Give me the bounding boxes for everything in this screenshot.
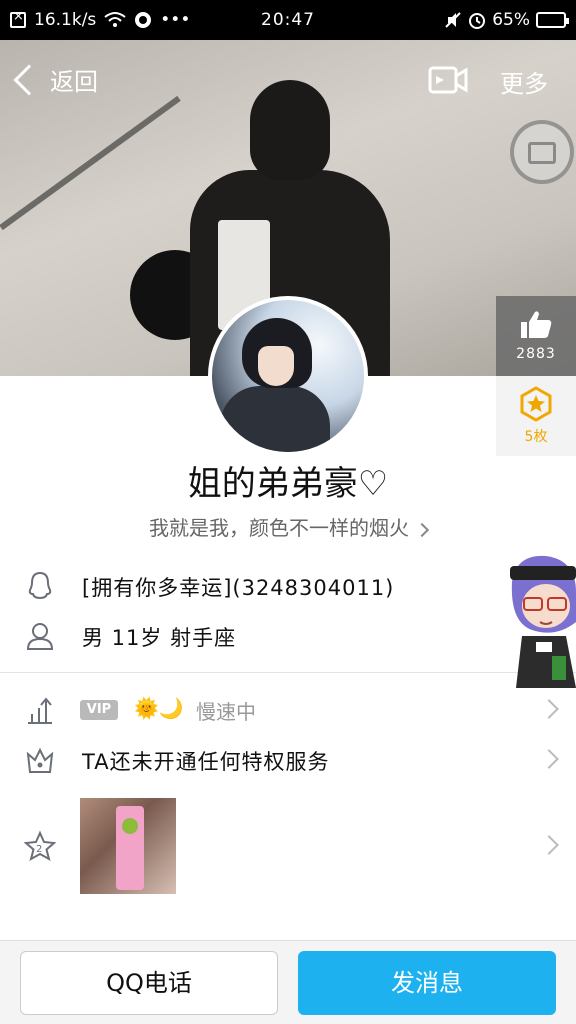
- chevron-right-icon: [539, 835, 559, 855]
- crown-icon: [26, 747, 54, 773]
- chevron-right-icon: [414, 522, 430, 538]
- badge-label: 5枚: [524, 429, 548, 445]
- cover-wire: [0, 95, 181, 231]
- personal-info-text: 男 11岁 射手座: [82, 626, 237, 650]
- vip-status-text: 慢速中: [196, 700, 256, 724]
- privilege-row[interactable]: TA还未开通任何特权服务: [0, 740, 576, 780]
- privilege-text: TA还未开通任何特权服务: [82, 750, 330, 774]
- card-icon[interactable]: [510, 120, 574, 184]
- section-divider: [0, 672, 576, 673]
- nickname: 姐的弟弟豪♡: [187, 464, 389, 504]
- qq-id-text: [拥有你多幸运](3248304011): [82, 576, 395, 600]
- mascot-sticker[interactable]: [506, 552, 576, 688]
- signature-row[interactable]: 我就是我，颜色不一样的烟火: [0, 512, 576, 541]
- status-left: 16.1k/s •••: [10, 9, 191, 30]
- back-button[interactable]: 返回: [13, 62, 98, 97]
- bottom-action-bar: QQ电话 发消息: [0, 940, 576, 1024]
- app-icon: [135, 12, 152, 28]
- chevron-left-icon: [13, 63, 45, 96]
- featured-star-icon: 2: [24, 830, 56, 862]
- chevron-right-icon: [539, 699, 559, 719]
- status-bar: 16.1k/s ••• 20:47 65%: [0, 0, 576, 40]
- signature-text: 我就是我，颜色不一样的烟火: [149, 516, 409, 540]
- qq-id-row: [拥有你多幸运](3248304011): [0, 568, 576, 604]
- more-button[interactable]: 更多: [500, 64, 548, 99]
- card-inner: [528, 142, 556, 164]
- personal-info-row: 男 11岁 射手座: [0, 618, 576, 654]
- cover-figure-head: [250, 80, 330, 180]
- svg-text:2: 2: [36, 844, 42, 855]
- chevron-right-icon: [539, 749, 559, 769]
- status-right: 65%: [444, 10, 569, 30]
- person-icon: [26, 623, 54, 650]
- like-count: 2883: [516, 346, 556, 362]
- network-speed: 16.1k/s: [34, 10, 97, 30]
- notification-icon: [10, 9, 26, 28]
- star-badge-icon: [520, 386, 552, 422]
- photo-object-dot: [122, 818, 138, 834]
- avatar[interactable]: [208, 296, 368, 456]
- photo-thumbnail[interactable]: [80, 798, 176, 894]
- back-label: 返回: [50, 68, 98, 96]
- vip-status-icons: 🌞🌙: [134, 696, 184, 720]
- alarm-icon: [469, 13, 486, 29]
- like-button[interactable]: 2883: [496, 296, 576, 376]
- badge-button[interactable]: 5枚: [496, 376, 576, 456]
- qq-call-button[interactable]: QQ电话: [20, 951, 278, 1015]
- battery-percent: 65%: [492, 10, 530, 30]
- penguin-icon: [28, 571, 52, 600]
- send-message-button[interactable]: 发消息: [298, 951, 556, 1015]
- wifi-icon: [104, 12, 126, 27]
- battery-icon: [536, 12, 569, 28]
- avatar-face: [258, 346, 294, 386]
- level-up-icon: [28, 697, 52, 724]
- thumbs-up-icon: [521, 311, 552, 338]
- video-call-icon[interactable]: [428, 64, 468, 96]
- more-notifications-icon: •••: [160, 10, 191, 30]
- vip-badge: VIP: [80, 700, 118, 720]
- mute-icon: [445, 12, 461, 28]
- avatar-coat: [220, 386, 330, 452]
